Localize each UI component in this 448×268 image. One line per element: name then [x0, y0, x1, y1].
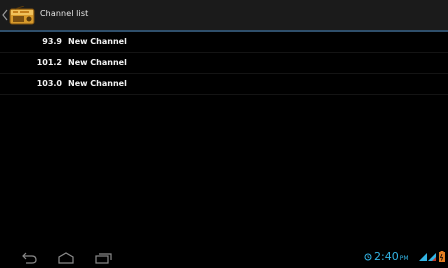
channel-frequency: 93.9: [42, 37, 62, 46]
channel-name: New Channel: [68, 79, 127, 88]
channel-name: New Channel: [68, 58, 127, 67]
up-caret-icon[interactable]: [2, 9, 8, 21]
page-title: Channel list: [40, 9, 89, 18]
alarm-icon: [364, 253, 372, 261]
channel-list-item[interactable]: 101.2 New Channel: [0, 53, 448, 74]
back-icon[interactable]: [20, 251, 40, 265]
recent-apps-icon[interactable]: [93, 251, 113, 265]
radio-icon[interactable]: [9, 6, 35, 25]
clock-time: 2:40: [374, 250, 399, 263]
signal-icon: [419, 253, 427, 261]
channel-name: New Channel: [68, 37, 127, 46]
battery-icon: [439, 251, 445, 262]
status-clock: 2:40PM: [374, 250, 409, 263]
action-bar: Channel list: [0, 0, 448, 30]
home-icon[interactable]: [56, 251, 76, 265]
channel-list: 93.9 New Channel 101.2 New Channel 103.0…: [0, 32, 448, 95]
clock-ampm: PM: [399, 255, 409, 262]
channel-frequency: 103.0: [36, 79, 62, 88]
channel-list-item[interactable]: 103.0 New Channel: [0, 74, 448, 95]
screen: Channel list 93.9 New Channel 101.2 New …: [0, 0, 448, 268]
channel-list-item[interactable]: 93.9 New Channel: [0, 32, 448, 53]
channel-frequency: 101.2: [36, 58, 62, 67]
system-bar: 2:40PM: [0, 246, 448, 268]
signal-icon: [428, 253, 436, 261]
